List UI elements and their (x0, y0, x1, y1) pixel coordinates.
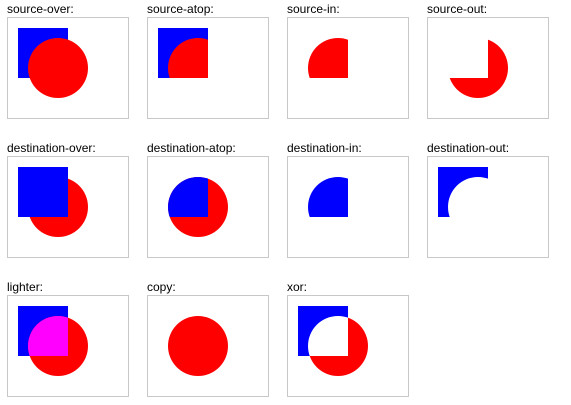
destination-square-outside (438, 167, 488, 217)
mode-label: destination-over: (7, 141, 96, 155)
mode-label: xor: (287, 280, 308, 294)
example-canvas (147, 156, 269, 258)
composite-example-source-over: source-over: (7, 2, 129, 122)
composite-example-copy: copy: (147, 280, 269, 400)
mode-label: source-out: (427, 2, 488, 16)
example-canvas (147, 295, 269, 397)
xor-drawing (298, 306, 368, 376)
composite-example-source-in: source-in: (287, 2, 409, 122)
destination-in-drawing (308, 177, 348, 217)
example-canvas (427, 17, 549, 119)
example-canvas (287, 156, 409, 258)
mode-label: source-over: (7, 2, 74, 16)
example-canvas (7, 17, 129, 119)
composite-example-lighter: lighter: (7, 280, 129, 400)
source-circle (168, 316, 228, 376)
mode-label: destination-out: (427, 141, 510, 155)
mode-label: destination-atop: (147, 141, 236, 155)
example-canvas (7, 295, 129, 397)
mode-label: source-in: (287, 2, 340, 16)
destination-over-drawing (18, 167, 88, 237)
mode-label: source-atop: (147, 2, 214, 16)
example-canvas (147, 17, 269, 119)
composite-example-destination-atop: destination-atop: (147, 141, 269, 261)
composite-example-destination-out: destination-out: (427, 141, 549, 261)
example-canvas (287, 17, 409, 119)
source-circle-inside (168, 38, 208, 78)
composite-example-destination-in: destination-in: (287, 141, 409, 261)
example-canvas (287, 295, 409, 397)
example-canvas (7, 156, 129, 258)
source-circle-outside (448, 38, 508, 98)
copy-drawing (168, 316, 228, 376)
composite-example-xor: xor: (287, 280, 409, 400)
destination-square-inside (168, 177, 208, 217)
composite-example-destination-over: destination-over: (7, 141, 129, 261)
destination-atop-drawing (168, 177, 228, 237)
source-over-drawing (18, 28, 88, 98)
mode-label: destination-in: (287, 141, 362, 155)
composite-example-source-atop: source-atop: (147, 2, 269, 122)
source-circle-outside (308, 316, 368, 376)
lighter-drawing (18, 306, 88, 376)
example-canvas (427, 156, 549, 258)
source-circle-inside (308, 38, 348, 78)
source-circle (28, 38, 88, 98)
destination-out-drawing (438, 167, 488, 217)
composite-example-source-out: source-out: (427, 2, 549, 122)
source-atop-drawing (158, 28, 208, 78)
mode-label: copy: (147, 280, 176, 294)
source-in-drawing (308, 38, 348, 78)
destination-square-inside (308, 177, 348, 217)
source-out-drawing (448, 38, 508, 98)
destination-square (18, 167, 68, 217)
mode-label: lighter: (7, 280, 44, 294)
